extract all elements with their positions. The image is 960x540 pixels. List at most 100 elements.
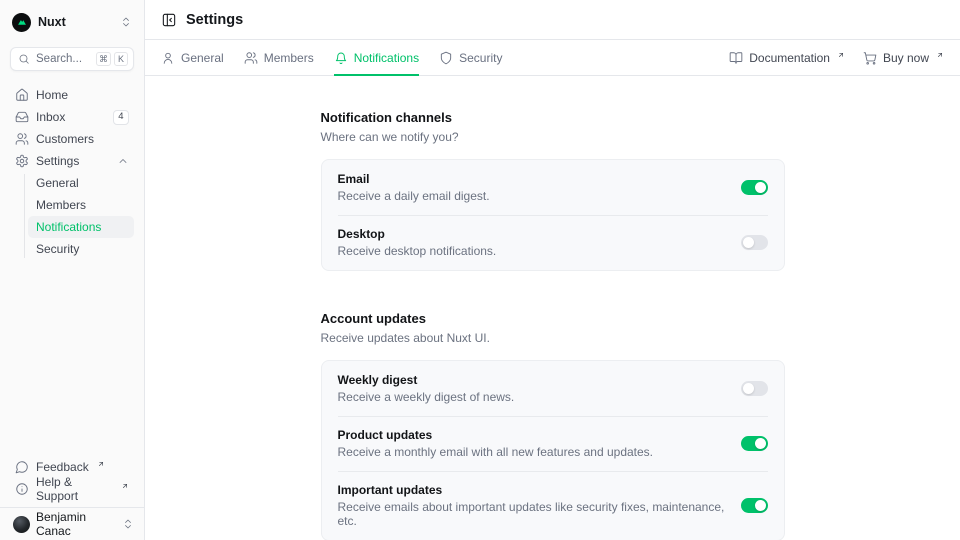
bell-icon (334, 51, 348, 65)
setting-title: Product updates (338, 428, 654, 442)
email-toggle[interactable] (741, 180, 768, 195)
action-label: Documentation (749, 51, 830, 65)
setting-title: Desktop (338, 227, 497, 241)
user-name: Benjamin Canac (36, 510, 116, 538)
sidebar-item-label: Help & Support (36, 475, 113, 503)
section-heading: Account updates (321, 311, 785, 326)
setting-row-desktop: Desktop Receive desktop notifications. (322, 215, 784, 270)
sidebar: Nuxt Search... ⌘ K Home Inbox 4 Cu (0, 0, 145, 540)
settings-card: Email Receive a daily email digest. Desk… (321, 159, 785, 271)
gear-icon (15, 154, 29, 168)
sidebar-item-label: Members (36, 198, 86, 212)
setting-description: Receive a weekly digest of news. (338, 390, 515, 404)
sidebar-item-label: Inbox (36, 110, 65, 124)
tabbar: General Members Notifications Security D… (145, 40, 960, 76)
sidebar-item-security[interactable]: Security (28, 238, 134, 260)
buy-now-link[interactable]: Buy now (863, 51, 944, 65)
external-link-icon (936, 51, 944, 59)
setting-row-email: Email Receive a daily email digest. (322, 160, 784, 215)
toggle-knob (755, 182, 766, 193)
sidebar-item-members[interactable]: Members (28, 194, 134, 216)
home-icon (15, 88, 29, 102)
users-icon (244, 51, 258, 65)
person-icon (161, 51, 175, 65)
tab-label: Members (264, 51, 314, 65)
user-menu[interactable]: Benjamin Canac (0, 507, 144, 540)
documentation-link[interactable]: Documentation (729, 51, 845, 65)
workspace-switcher[interactable]: Nuxt (10, 10, 134, 34)
setting-row-important-updates: Important updates Receive emails about i… (322, 471, 784, 540)
weekly-digest-toggle[interactable] (741, 381, 768, 396)
setting-description: Receive emails about important updates l… (338, 500, 741, 528)
section-subheading: Receive updates about Nuxt UI. (321, 331, 785, 345)
content: Notification channels Where can we notif… (145, 76, 960, 540)
search-placeholder: Search... (36, 53, 82, 65)
external-link-icon (121, 482, 129, 490)
setting-title: Weekly digest (338, 373, 515, 387)
product-updates-toggle[interactable] (741, 436, 768, 451)
kbd-k: K (114, 52, 128, 66)
toggle-knob (743, 383, 754, 394)
nuxt-logo-icon (12, 13, 31, 32)
tabs: General Members Notifications Security (161, 40, 502, 75)
sidebar-item-label: Home (36, 88, 68, 102)
tabbar-actions: Documentation Buy now (729, 40, 944, 75)
sidebar-item-label: Customers (36, 132, 94, 146)
main-area: Settings General Members Notifications S… (145, 0, 960, 540)
sidebar-item-general[interactable]: General (28, 172, 134, 194)
sidebar-item-customers[interactable]: Customers (10, 128, 134, 150)
sidebar-item-help-support[interactable]: Help & Support (10, 478, 134, 500)
setting-title: Important updates (338, 483, 741, 497)
sidebar-item-inbox[interactable]: Inbox 4 (10, 106, 134, 128)
section-notification-channels: Notification channels Where can we notif… (321, 110, 785, 271)
collapse-sidebar-icon[interactable] (161, 12, 177, 28)
action-label: Buy now (883, 51, 929, 65)
page-title: Settings (186, 12, 243, 28)
message-circle-icon (15, 460, 29, 474)
chevron-up-icon (117, 155, 129, 167)
setting-title: Email (338, 172, 490, 186)
tab-general[interactable]: General (161, 40, 224, 75)
setting-row-product-updates: Product updates Receive a monthly email … (322, 416, 784, 471)
important-updates-toggle[interactable] (741, 498, 768, 513)
tab-label: General (181, 51, 224, 65)
chevrons-up-down-icon (120, 16, 132, 28)
section-subheading: Where can we notify you? (321, 130, 785, 144)
shield-icon (439, 51, 453, 65)
inbox-count-badge: 4 (113, 110, 129, 125)
sidebar-item-settings[interactable]: Settings (10, 150, 134, 172)
shopping-cart-icon (863, 51, 877, 65)
section-heading: Notification channels (321, 110, 785, 125)
inbox-icon (15, 110, 29, 124)
setting-description: Receive a monthly email with all new fea… (338, 445, 654, 459)
settings-card: Weekly digest Receive a weekly digest of… (321, 360, 785, 540)
setting-description: Receive a daily email digest. (338, 189, 490, 203)
toggle-knob (755, 438, 766, 449)
book-open-icon (729, 51, 743, 65)
toggle-knob (755, 500, 766, 511)
sidebar-item-label: Feedback (36, 460, 89, 474)
tab-members[interactable]: Members (244, 40, 314, 75)
setting-row-weekly-digest: Weekly digest Receive a weekly digest of… (322, 361, 784, 416)
workspace-name: Nuxt (38, 15, 66, 29)
desktop-toggle[interactable] (741, 235, 768, 250)
toggle-knob (743, 237, 754, 248)
sidebar-item-label: Security (36, 242, 79, 256)
sidebar-item-label: Notifications (36, 220, 101, 234)
info-circle-icon (15, 482, 29, 496)
tab-label: Notifications (354, 51, 419, 65)
settings-children: General Members Notifications Security (10, 172, 134, 260)
sidebar-item-label: General (36, 176, 79, 190)
avatar (13, 516, 30, 533)
search-icon (18, 53, 30, 65)
chevrons-up-down-icon (122, 518, 134, 530)
tab-notifications[interactable]: Notifications (334, 40, 419, 75)
tab-label: Security (459, 51, 502, 65)
sidebar-main: Nuxt Search... ⌘ K Home Inbox 4 Cu (0, 0, 144, 507)
tab-security[interactable]: Security (439, 40, 502, 75)
setting-description: Receive desktop notifications. (338, 244, 497, 258)
kbd-cmd: ⌘ (96, 52, 111, 66)
sidebar-item-home[interactable]: Home (10, 84, 134, 106)
search-input[interactable]: Search... ⌘ K (10, 47, 134, 71)
sidebar-item-notifications[interactable]: Notifications (28, 216, 134, 238)
